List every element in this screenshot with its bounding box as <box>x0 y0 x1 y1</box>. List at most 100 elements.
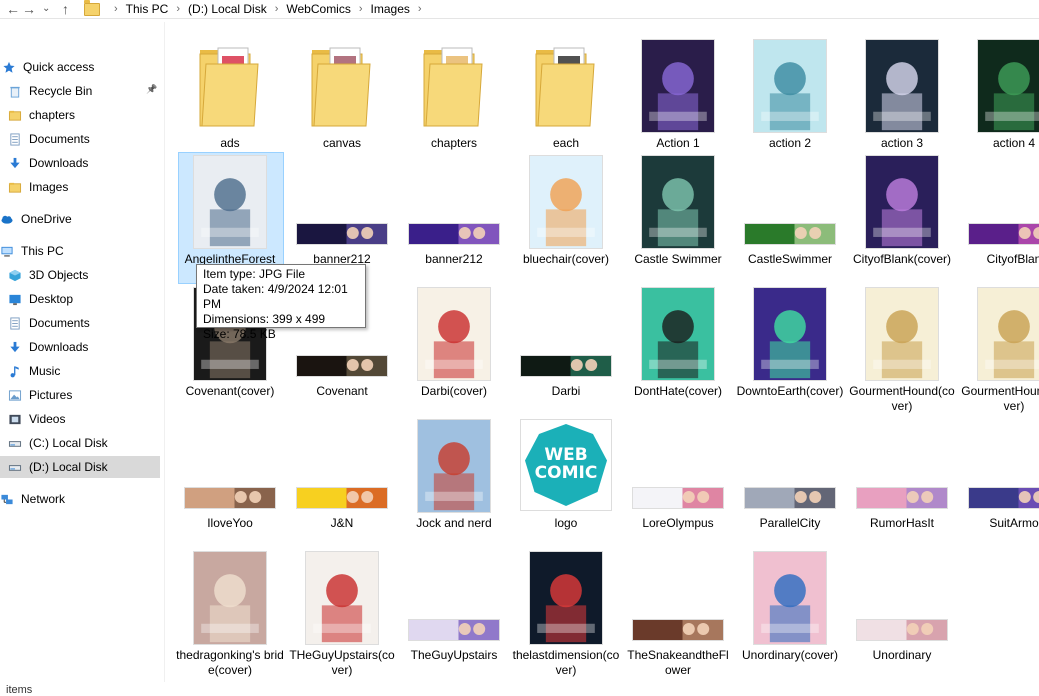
file-item[interactable]: Action 1 <box>624 40 732 160</box>
drive-icon <box>8 440 22 447</box>
videos-icon <box>9 414 21 424</box>
file-item[interactable]: ads <box>176 40 284 160</box>
file-item[interactable]: chapters <box>400 40 508 160</box>
sidebar-item-recycle-bin[interactable]: Recycle Bin 📌 <box>0 80 160 102</box>
image-thumbnail <box>409 620 499 640</box>
file-item[interactable]: CastleSwimmer <box>736 156 844 276</box>
file-item[interactable]: WEB COMIC logo <box>512 420 620 540</box>
file-item[interactable]: bluechair(cover) <box>512 156 620 276</box>
file-info-tooltip: Item type: JPG File Date taken: 4/9/2024… <box>196 264 366 341</box>
sidebar-item-c-local-disk[interactable]: (C:) Local Disk <box>0 432 160 454</box>
file-name-label: thelastdimension(cover) <box>512 648 620 677</box>
sidebar-item-label: Documents <box>29 316 90 330</box>
file-item[interactable]: CityofBlan <box>960 156 1039 276</box>
file-item[interactable]: RumorHasIt <box>848 420 956 540</box>
sidebar-item-label: Videos <box>29 412 66 426</box>
navigation-pane: Quick access Recycle Bin 📌 chapters Document… <box>0 44 162 684</box>
forward-arrow-icon[interactable]: → <box>22 0 36 18</box>
sidebar-item-desktop[interactable]: Desktop <box>0 288 160 310</box>
file-item[interactable]: action 4 <box>960 40 1039 160</box>
image-thumbnail <box>754 552 826 644</box>
up-arrow-icon[interactable]: ↑ <box>62 0 69 18</box>
file-item[interactable]: GourmentHound(cover) <box>848 288 956 413</box>
file-name-label: DowntoEarth(cover) <box>736 384 844 398</box>
file-item[interactable]: TheGuyUpstairs <box>400 552 508 672</box>
sidebar-item-videos[interactable]: Videos <box>0 408 160 430</box>
breadcrumb-images[interactable]: Images <box>371 1 410 17</box>
file-item[interactable]: thedragonking's bride(cover) <box>176 552 284 677</box>
status-item-count: items <box>6 684 33 696</box>
sidebar-item-label: Quick access <box>23 60 95 74</box>
sidebar-item-documents[interactable]: Documents <box>0 312 160 334</box>
back-arrow-icon[interactable]: ← <box>6 0 20 18</box>
file-item[interactable]: J&N <box>288 420 396 540</box>
sidebar-item-d-local-disk[interactable]: (D:) Local Disk <box>0 456 160 478</box>
sidebar-item-downloads[interactable]: Downloads <box>0 152 160 174</box>
image-thumbnail <box>978 40 1039 132</box>
file-item[interactable]: action 3 <box>848 40 956 160</box>
pin-icon[interactable]: 📌 <box>146 85 157 94</box>
file-item[interactable]: GourmentHound(cover) <box>960 288 1039 413</box>
image-thumbnail-icon <box>530 156 602 248</box>
breadcrumb-local-disk[interactable]: (D:) Local Disk <box>188 1 267 17</box>
sidebar-item-quick-access[interactable]: Quick access <box>0 56 160 78</box>
file-item[interactable]: TheSnakeandtheFlower <box>624 552 732 677</box>
file-item[interactable]: banner212 <box>288 156 396 276</box>
pictures-icon <box>8 389 22 401</box>
banner-thumbnail-icon <box>969 224 1039 244</box>
file-item[interactable]: canvas <box>288 40 396 160</box>
sidebar-item-downloads[interactable]: Downloads <box>0 336 160 358</box>
sidebar-item-documents[interactable]: Documents <box>0 128 160 150</box>
image-thumbnail <box>530 552 602 644</box>
sidebar-item-music[interactable]: Music <box>0 360 160 382</box>
sidebar-item-network[interactable]: Network <box>0 488 160 510</box>
image-thumbnail <box>418 288 490 380</box>
file-item[interactable]: each <box>512 40 620 160</box>
sidebar-item-onedrive[interactable]: OneDrive <box>0 208 160 230</box>
sidebar-item-3d-objects[interactable]: 3D Objects <box>0 264 160 286</box>
drive-icon <box>8 464 22 471</box>
file-item[interactable]: CityofBlank(cover) <box>848 156 956 276</box>
banner-thumbnail-icon <box>633 620 723 640</box>
file-item[interactable]: DowntoEarth(cover) <box>736 288 844 408</box>
sidebar-item-this-pc[interactable]: This PC <box>0 240 160 262</box>
file-item[interactable]: SuitArmo <box>960 420 1039 540</box>
cloud-icon <box>1 215 13 224</box>
sidebar-item-label: Downloads <box>29 156 89 170</box>
file-item[interactable]: Castle Swimmer <box>624 156 732 276</box>
file-name-label: Castle Swimmer <box>634 252 722 266</box>
folder-thumbnail <box>422 44 486 130</box>
file-item[interactable]: IloveYoo <box>176 420 284 540</box>
folder-icon <box>199 47 259 127</box>
recent-chevron-icon[interactable]: ⌄ <box>42 0 50 18</box>
banner-thumbnail-icon <box>297 356 387 376</box>
pane-divider[interactable] <box>164 22 165 682</box>
sidebar-item-chapters[interactable]: chapters <box>0 104 160 126</box>
breadcrumb-this-pc[interactable]: This PC <box>126 1 169 17</box>
file-item[interactable]: AngelintheForest <box>176 152 284 284</box>
file-item[interactable]: ParallelCity <box>736 420 844 540</box>
image-thumbnail <box>969 224 1039 244</box>
file-item[interactable]: LoreOlympus <box>624 420 732 540</box>
file-item[interactable]: banner212 <box>400 156 508 276</box>
breadcrumb-webcomics[interactable]: WebComics <box>286 1 350 17</box>
file-item[interactable]: Unordinary(cover) <box>736 552 844 672</box>
file-name-label: TheGuyUpstairs <box>410 648 498 662</box>
image-thumbnail-icon <box>306 552 378 644</box>
file-item[interactable]: DontHate(cover) <box>624 288 732 408</box>
file-item[interactable]: action 2 <box>736 40 844 160</box>
banner-thumbnail-icon <box>633 488 723 508</box>
file-item[interactable]: Darbi(cover) <box>400 288 508 408</box>
file-item[interactable]: thelastdimension(cover) <box>512 552 620 677</box>
file-name-label: CastleSwimmer <box>747 252 832 266</box>
file-item[interactable]: THeGuyUpstairs(cover) <box>288 552 396 677</box>
sidebar-item-images[interactable]: Images <box>0 176 160 198</box>
logo-text: WEB COMIC <box>534 445 598 483</box>
file-item[interactable]: Darbi <box>512 288 620 408</box>
image-thumbnail <box>633 620 723 640</box>
sidebar-item-pictures[interactable]: Pictures <box>0 384 160 406</box>
file-item[interactable]: Jock and nerd <box>400 420 508 540</box>
file-item[interactable]: Unordinary <box>848 552 956 672</box>
folder-thumbnail <box>310 44 374 130</box>
image-thumbnail <box>745 224 835 244</box>
